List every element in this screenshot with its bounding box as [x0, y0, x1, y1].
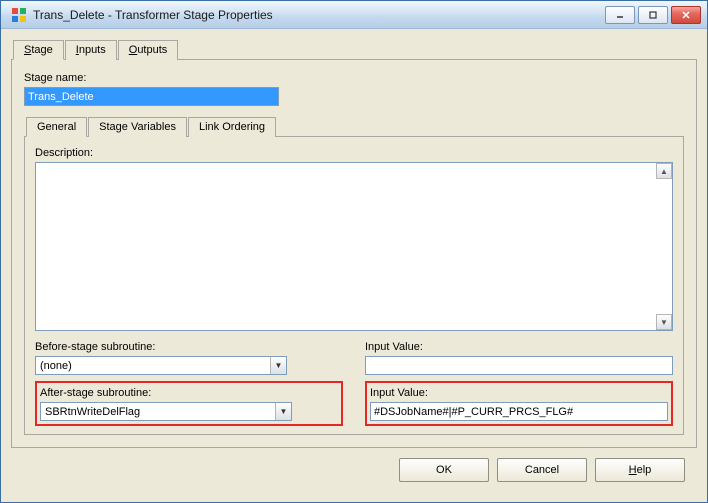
tab-inputs[interactable]: Inputs	[65, 40, 117, 60]
cancel-button[interactable]: Cancel	[497, 458, 587, 482]
after-input-group: Input Value:	[365, 377, 673, 426]
after-sub-label: After-stage subroutine:	[40, 387, 338, 399]
after-input-value[interactable]	[370, 402, 668, 421]
dialog-window: Trans_Delete - Transformer Stage Propert…	[0, 0, 708, 503]
stage-name-group: Stage name:	[24, 70, 684, 106]
chevron-down-icon[interactable]: ▼	[275, 403, 291, 420]
description-textarea[interactable]: ▲ ▼	[35, 162, 673, 331]
general-tab-body: Description: ▲ ▼ Before-stage subroutine…	[24, 136, 684, 435]
minimize-button[interactable]	[605, 6, 635, 24]
titlebar: Trans_Delete - Transformer Stage Propert…	[1, 1, 707, 29]
after-sub-highlight: After-stage subroutine: ▼	[35, 381, 343, 426]
tab-stage[interactable]: Stage	[13, 40, 64, 60]
after-sub-combo[interactable]: ▼	[40, 402, 292, 421]
tab-general[interactable]: General	[26, 117, 87, 137]
inner-tab-strip: General Stage Variables Link Ordering	[26, 116, 684, 136]
after-input-label: Input Value:	[370, 387, 668, 399]
after-sub-group: After-stage subroutine: ▼	[35, 377, 343, 426]
before-input-group: Input Value:	[365, 339, 673, 375]
tab-stage-variables[interactable]: Stage Variables	[88, 117, 187, 137]
before-input-label: Input Value:	[365, 341, 673, 353]
close-button[interactable]	[671, 6, 701, 24]
window-buttons	[605, 6, 703, 24]
after-sub-input[interactable]	[41, 403, 275, 420]
subroutine-grid: Before-stage subroutine: ▼ Input Value: …	[35, 339, 673, 426]
stage-tab-body: Stage name: General Stage Variables Link…	[11, 59, 697, 448]
before-input-value[interactable]	[365, 356, 673, 375]
maximize-button[interactable]	[638, 6, 668, 24]
tab-link-ordering[interactable]: Link Ordering	[188, 117, 276, 137]
before-sub-combo[interactable]: ▼	[35, 356, 287, 375]
ok-button[interactable]: OK	[399, 458, 489, 482]
stage-name-input[interactable]	[24, 87, 279, 106]
description-label: Description:	[35, 147, 673, 159]
before-sub-input[interactable]	[36, 357, 270, 374]
client-area: Stage Inputs Outputs Stage name: General…	[1, 29, 707, 502]
window-title: Trans_Delete - Transformer Stage Propert…	[33, 8, 605, 22]
tab-outputs[interactable]: Outputs	[118, 40, 179, 60]
scroll-down-icon[interactable]: ▼	[656, 314, 672, 330]
scroll-up-icon[interactable]: ▲	[656, 163, 672, 179]
chevron-down-icon[interactable]: ▼	[270, 357, 286, 374]
app-icon	[11, 7, 27, 23]
dialog-button-row: OK Cancel Help	[11, 448, 697, 492]
stage-name-label: Stage name:	[24, 72, 684, 84]
help-button[interactable]: Help	[595, 458, 685, 482]
after-input-highlight: Input Value:	[365, 381, 673, 426]
outer-tab-strip: Stage Inputs Outputs	[13, 39, 697, 59]
before-sub-group: Before-stage subroutine: ▼	[35, 339, 343, 375]
before-sub-label: Before-stage subroutine:	[35, 341, 343, 353]
